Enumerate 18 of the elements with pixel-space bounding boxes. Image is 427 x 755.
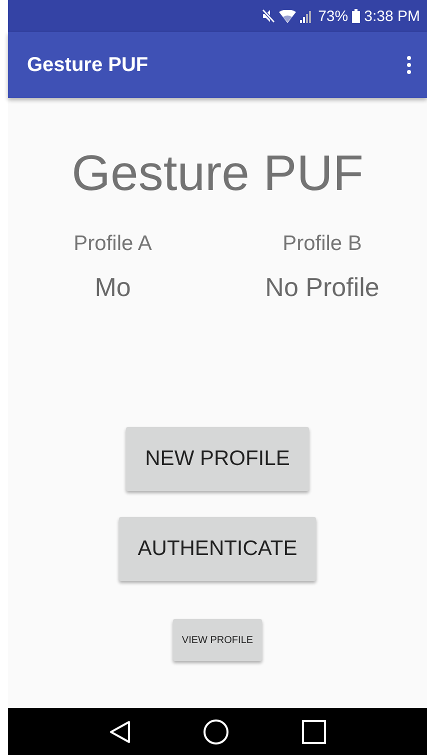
- battery-icon: [352, 9, 360, 23]
- profile-label: Profile A: [74, 232, 152, 256]
- profile-name: No Profile: [265, 272, 380, 303]
- profile-name: Mo: [94, 272, 131, 303]
- recents-icon[interactable]: [302, 720, 326, 744]
- app-title: Gesture PUF: [27, 54, 148, 76]
- home-icon[interactable]: [203, 718, 230, 744]
- action-button[interactable]: AUTHENTICATE: [118, 517, 316, 581]
- back-icon[interactable]: [109, 720, 132, 744]
- profile-label: Profile B: [282, 232, 362, 256]
- battery-percent: 73%: [318, 8, 348, 24]
- action-button[interactable]: VIEW PROFILE: [172, 619, 262, 661]
- status-time: 3:38 PM: [364, 8, 420, 24]
- mute-icon: [262, 9, 276, 23]
- action-button[interactable]: NEW PROFILE: [126, 427, 309, 491]
- wifi-icon: [279, 10, 296, 22]
- more-options-icon[interactable]: [405, 54, 413, 76]
- page-heading: Gesture PUF: [72, 144, 364, 202]
